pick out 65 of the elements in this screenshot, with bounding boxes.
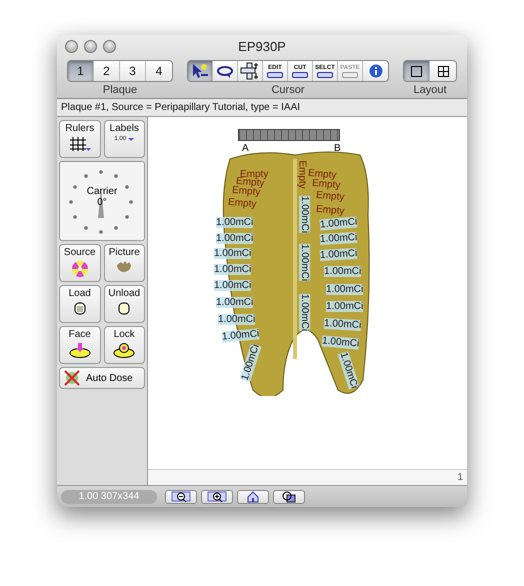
plaque-info: Plaque #1, Source = Peripapillary Tutorial, type = IAAI	[57, 99, 467, 117]
seed-label: 1.00mCi	[299, 244, 310, 282]
plaque-tab[interactable]: 3	[120, 61, 146, 81]
home-icon	[247, 490, 259, 502]
seed-label: 1.00mCi	[324, 266, 362, 277]
marker-label: A	[242, 143, 249, 154]
radiation-icon	[70, 260, 89, 278]
marker-label: B	[334, 143, 341, 154]
seed-label: 1.00mCi	[214, 248, 252, 259]
grid-icon	[438, 66, 448, 76]
seed-label: 1.00mCi	[216, 217, 254, 228]
group-label: Layout	[413, 84, 447, 96]
crossed-radiation-icon	[64, 370, 80, 386]
rulers-button[interactable]: Rulers	[59, 120, 100, 158]
page-number: 1	[457, 472, 463, 483]
grid-icon	[68, 136, 91, 152]
close-button[interactable]	[65, 40, 78, 52]
seed-label: Empty	[316, 204, 345, 218]
carrier-dial[interactable]: Carrier 0°	[59, 161, 145, 241]
lock-button[interactable]: Lock	[104, 326, 145, 364]
info-icon	[368, 64, 382, 78]
picture-button[interactable]: Picture	[104, 244, 145, 282]
seed-label: Empty	[228, 196, 257, 210]
zoom-out-button[interactable]	[165, 490, 197, 504]
zoom-in-button[interactable]	[201, 490, 233, 504]
load-button[interactable]: Load	[59, 285, 100, 323]
minimize-button[interactable]	[84, 40, 97, 52]
plaque-face-icon	[68, 342, 91, 358]
cursor-tool-button[interactable]	[238, 61, 263, 81]
plaque-tab[interactable]: 4	[146, 61, 172, 81]
seed-label: 1.00mCi	[214, 264, 252, 275]
overlap-icon	[282, 490, 296, 502]
plaque-tab[interactable]: 2	[94, 61, 120, 81]
group-label: Cursor	[271, 84, 304, 96]
move-icon	[240, 62, 260, 80]
unload-button[interactable]: Unload	[104, 285, 145, 323]
group-label: Plaque	[102, 84, 138, 96]
window-title: EP930P	[238, 38, 286, 54]
seed-label: Empty	[296, 160, 308, 189]
layout-button[interactable]	[404, 61, 430, 81]
source-button[interactable]: Source	[59, 244, 100, 282]
overlap-button[interactable]	[273, 490, 305, 504]
home-button[interactable]	[237, 490, 269, 504]
zoom-in-icon	[207, 490, 227, 502]
arrow-cursor-icon	[191, 63, 209, 79]
zoom-out-icon	[171, 490, 191, 502]
seed-label: Empty	[316, 190, 345, 204]
plaque-lock-icon	[113, 342, 136, 358]
carrier-angle: 0°	[96, 197, 108, 208]
carrier-label: Carrier	[86, 186, 118, 197]
auto-dose-button[interactable]: Auto Dose	[59, 367, 145, 389]
zoom-button[interactable]	[103, 40, 116, 52]
seed-label: 1.00mCi	[214, 280, 252, 291]
seed-label: 1.00mCi	[299, 294, 310, 332]
seed-label: 1.00mCi	[326, 301, 364, 312]
zoom-status: 1.00 307x344	[61, 490, 157, 504]
seed-label: 1.00mCi	[326, 284, 364, 295]
seed-label: 1.00mCi	[216, 297, 254, 308]
seed-label: 1.00mCi	[299, 196, 310, 234]
face-button[interactable]: Face	[59, 326, 100, 364]
cursor-tool-button[interactable]	[188, 61, 213, 81]
seed-label: 1.00mCi	[216, 233, 254, 244]
single-pane-icon	[411, 66, 422, 76]
seed-label: 1.00mCi	[218, 314, 256, 325]
plaque-tab[interactable]: 1	[68, 61, 94, 81]
